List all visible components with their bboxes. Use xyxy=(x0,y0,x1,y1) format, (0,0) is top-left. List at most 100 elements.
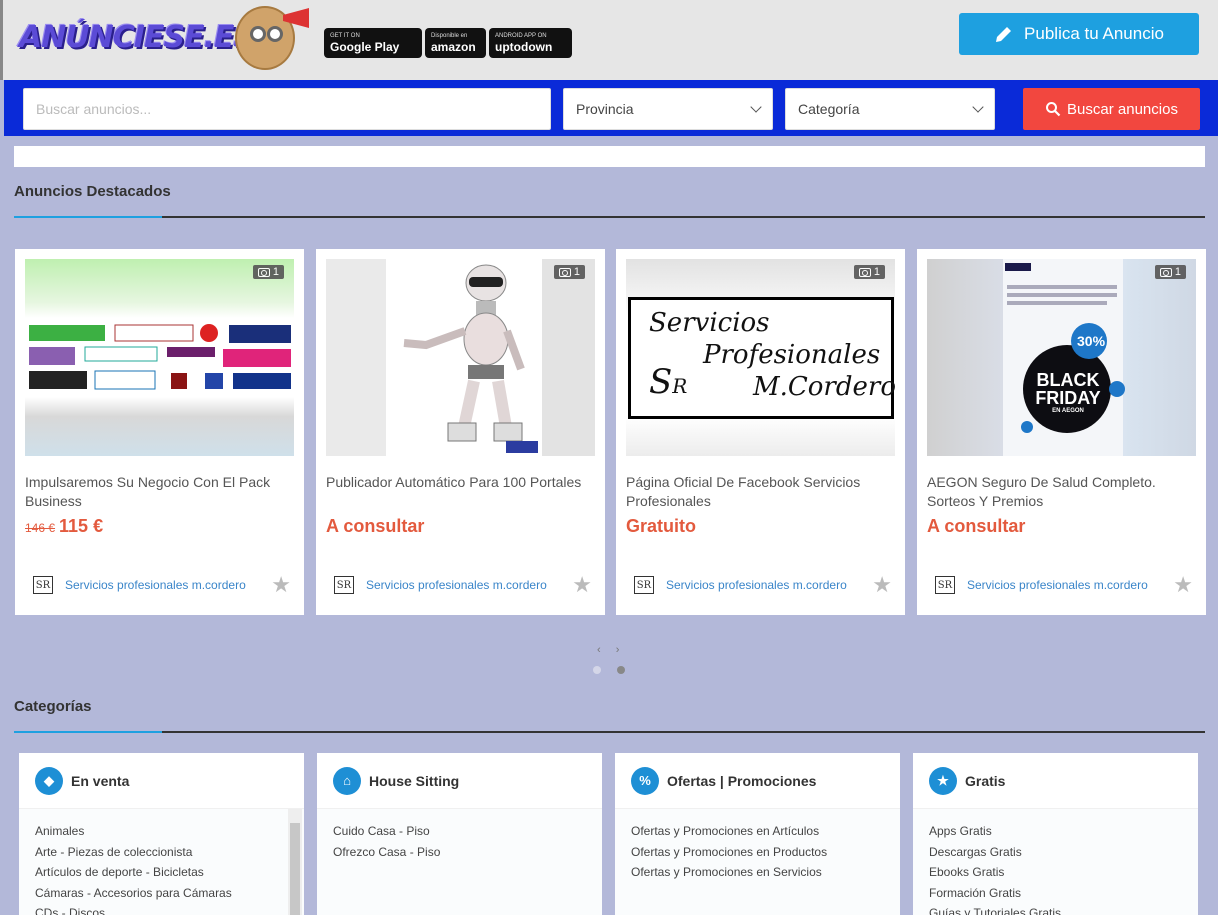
card-4-image[interactable]: 30% BLACK FRIDAY EN AEGON 1 xyxy=(927,259,1196,456)
uptodown-badge[interactable]: ANDROID APP ON uptodown xyxy=(489,28,572,58)
friday-text: FRIDAY xyxy=(1035,388,1101,408)
amazon-badge[interactable]: Disponible en amazon xyxy=(425,28,486,58)
card-current-price: A consultar xyxy=(927,516,1026,536)
chevron-down-icon xyxy=(972,101,984,113)
seller-name[interactable]: Servicios profesionales m.cordero xyxy=(65,578,271,592)
category-link[interactable]: Arte - Piezas de coleccionista xyxy=(35,842,304,863)
mascot-robot-icon xyxy=(235,6,309,70)
featured-divider xyxy=(14,216,1205,218)
favorite-star-icon[interactable]: ★ xyxy=(572,574,592,596)
category-link[interactable]: Ebooks Gratis xyxy=(929,862,1198,883)
house-icon: ⌂ xyxy=(333,766,361,795)
search-button-label: Buscar anuncios xyxy=(1067,100,1178,118)
favorite-star-icon[interactable]: ★ xyxy=(1173,574,1193,596)
top-header: ANÚNCIESE.ES GET IT ON Google Play Dispo… xyxy=(0,0,1218,80)
camera-icon xyxy=(257,267,270,277)
featured-card-1[interactable]: 1 Impulsaremos Su Negocio Con El Pack Bu… xyxy=(15,249,304,615)
featured-card-3[interactable]: Servicios Profesionales M.Cordero SR 1 P… xyxy=(616,249,905,615)
carousel-dot-2[interactable] xyxy=(617,666,625,674)
search-button[interactable]: Buscar anuncios xyxy=(1023,88,1200,130)
category-link[interactable]: Artículos de deporte - Bicicletas xyxy=(35,862,304,883)
camera-icon xyxy=(858,267,871,277)
category-link[interactable]: Ofertas y Promociones en Servicios xyxy=(631,862,900,883)
black-text: BLACK xyxy=(1036,370,1100,390)
card-1-image[interactable]: 1 xyxy=(25,259,294,456)
card-title[interactable]: Publicador Automático Para 100 Portales xyxy=(326,473,598,492)
black-friday-text: BLACK FRIDAY EN AEGON xyxy=(1035,371,1101,415)
seller-logo-icon: SR xyxy=(634,576,654,594)
card-seller[interactable]: SR Servicios profesionales m.cordero ★ xyxy=(634,574,892,596)
carousel-dot-1[interactable] xyxy=(593,666,601,674)
card-title[interactable]: Impulsaremos Su Negocio Con El Pack Busi… xyxy=(25,473,297,511)
camera-icon xyxy=(558,267,571,277)
photo-count: 1 xyxy=(873,266,880,278)
category-link[interactable]: Guías y Tutoriales Gratis xyxy=(929,903,1198,915)
category-link[interactable]: Cuido Casa - Piso xyxy=(333,821,602,842)
publish-ad-button[interactable]: Publica tu Anuncio xyxy=(959,13,1199,55)
category-select-label: Categoría xyxy=(798,101,860,117)
category-box-ofertas: % Ofertas | Promociones Ofertas y Promoci… xyxy=(615,753,900,915)
google-play-badge[interactable]: GET IT ON Google Play xyxy=(324,28,422,58)
publish-ad-label: Publica tu Anuncio xyxy=(1024,24,1164,43)
card-2-image[interactable]: 1 xyxy=(326,259,595,456)
photo-count-badge: 1 xyxy=(853,265,885,279)
category-link[interactable]: Apps Gratis xyxy=(929,821,1198,842)
star-icon: ★ xyxy=(929,766,957,795)
category-name[interactable]: En venta xyxy=(71,773,129,789)
photo-count: 1 xyxy=(573,266,580,278)
province-select-label: Provincia xyxy=(576,101,634,117)
category-link[interactable]: Animales xyxy=(35,821,304,842)
site-logo[interactable]: ANÚNCIESE.ES xyxy=(19,14,255,60)
black-friday-poster xyxy=(1003,259,1125,456)
ad-banner-strip xyxy=(14,146,1205,167)
card-title[interactable]: AEGON Seguro De Salud Completo. Sorteos … xyxy=(927,473,1199,511)
favorite-star-icon[interactable]: ★ xyxy=(872,574,892,596)
category-list: Ofertas y Promociones en Artículos Ofert… xyxy=(615,808,900,915)
card-seller[interactable]: SR Servicios profesionales m.cordero ★ xyxy=(935,574,1193,596)
category-list: Cuido Casa - Piso Ofrezco Casa - Piso xyxy=(317,808,602,915)
pencil-icon xyxy=(996,27,1012,42)
card-seller[interactable]: SR Servicios profesionales m.cordero ★ xyxy=(334,574,592,596)
seller-name[interactable]: Servicios profesionales m.cordero xyxy=(967,578,1173,592)
seller-name[interactable]: Servicios profesionales m.cordero xyxy=(666,578,872,592)
card-title[interactable]: Página Oficial De Facebook Servicios Pro… xyxy=(626,473,898,511)
card-price: Gratuito xyxy=(626,516,696,537)
featured-title: Anuncios Destacados xyxy=(14,183,171,200)
tag-icon: ◆ xyxy=(35,766,63,795)
featured-card-2[interactable]: 1 Publicador Automático Para 100 Portale… xyxy=(316,249,605,615)
sr-monogram: SR xyxy=(649,362,688,402)
category-select[interactable]: Categoría xyxy=(785,88,995,130)
card-seller[interactable]: SR Servicios profesionales m.cordero ★ xyxy=(33,574,291,596)
carousel-arrows[interactable]: ‹ › xyxy=(597,644,625,656)
category-link[interactable]: Cámaras - Accesorios para Cámaras xyxy=(35,883,304,904)
category-link[interactable]: Ofertas y Promociones en Productos xyxy=(631,842,900,863)
seller-name[interactable]: Servicios profesionales m.cordero xyxy=(366,578,572,592)
logo-text: ANÚNCIESE.ES xyxy=(19,19,255,55)
sign-line-1: Servicios xyxy=(649,308,770,338)
province-select[interactable]: Provincia xyxy=(563,88,773,130)
category-link[interactable]: Ofrezco Casa - Piso xyxy=(333,842,602,863)
card-current-price: 115 € xyxy=(59,516,104,536)
category-list: Animales Arte - Piezas de coleccionista … xyxy=(19,808,304,915)
category-name[interactable]: Ofertas | Promociones xyxy=(667,773,816,789)
category-link[interactable]: Formación Gratis xyxy=(929,883,1198,904)
featured-card-4[interactable]: 30% BLACK FRIDAY EN AEGON 1 AEGON Seguro… xyxy=(917,249,1206,615)
card-3-image[interactable]: Servicios Profesionales M.Cordero SR 1 xyxy=(626,259,895,456)
category-name[interactable]: House Sitting xyxy=(369,773,459,789)
card-current-price: A consultar xyxy=(326,516,425,536)
category-scrollbar[interactable] xyxy=(288,809,302,915)
megaphone-icon xyxy=(283,8,309,28)
percent-icon: % xyxy=(631,766,659,795)
favorite-star-icon[interactable]: ★ xyxy=(271,574,291,596)
search-input[interactable] xyxy=(36,101,538,117)
category-link[interactable]: Ofertas y Promociones en Artículos xyxy=(631,821,900,842)
category-list: Apps Gratis Descargas Gratis Ebooks Grat… xyxy=(913,808,1198,915)
categories-title: Categorías xyxy=(14,698,92,715)
category-link[interactable]: Descargas Gratis xyxy=(929,842,1198,863)
google-play-label: Google Play xyxy=(330,39,400,54)
category-box-house-sitting: ⌂ House Sitting Cuido Casa - Piso Ofrezco… xyxy=(317,753,602,915)
category-link[interactable]: CDs - Discos xyxy=(35,903,304,915)
category-name[interactable]: Gratis xyxy=(965,773,1005,789)
search-icon xyxy=(1046,102,1061,117)
photo-count: 1 xyxy=(272,266,279,278)
